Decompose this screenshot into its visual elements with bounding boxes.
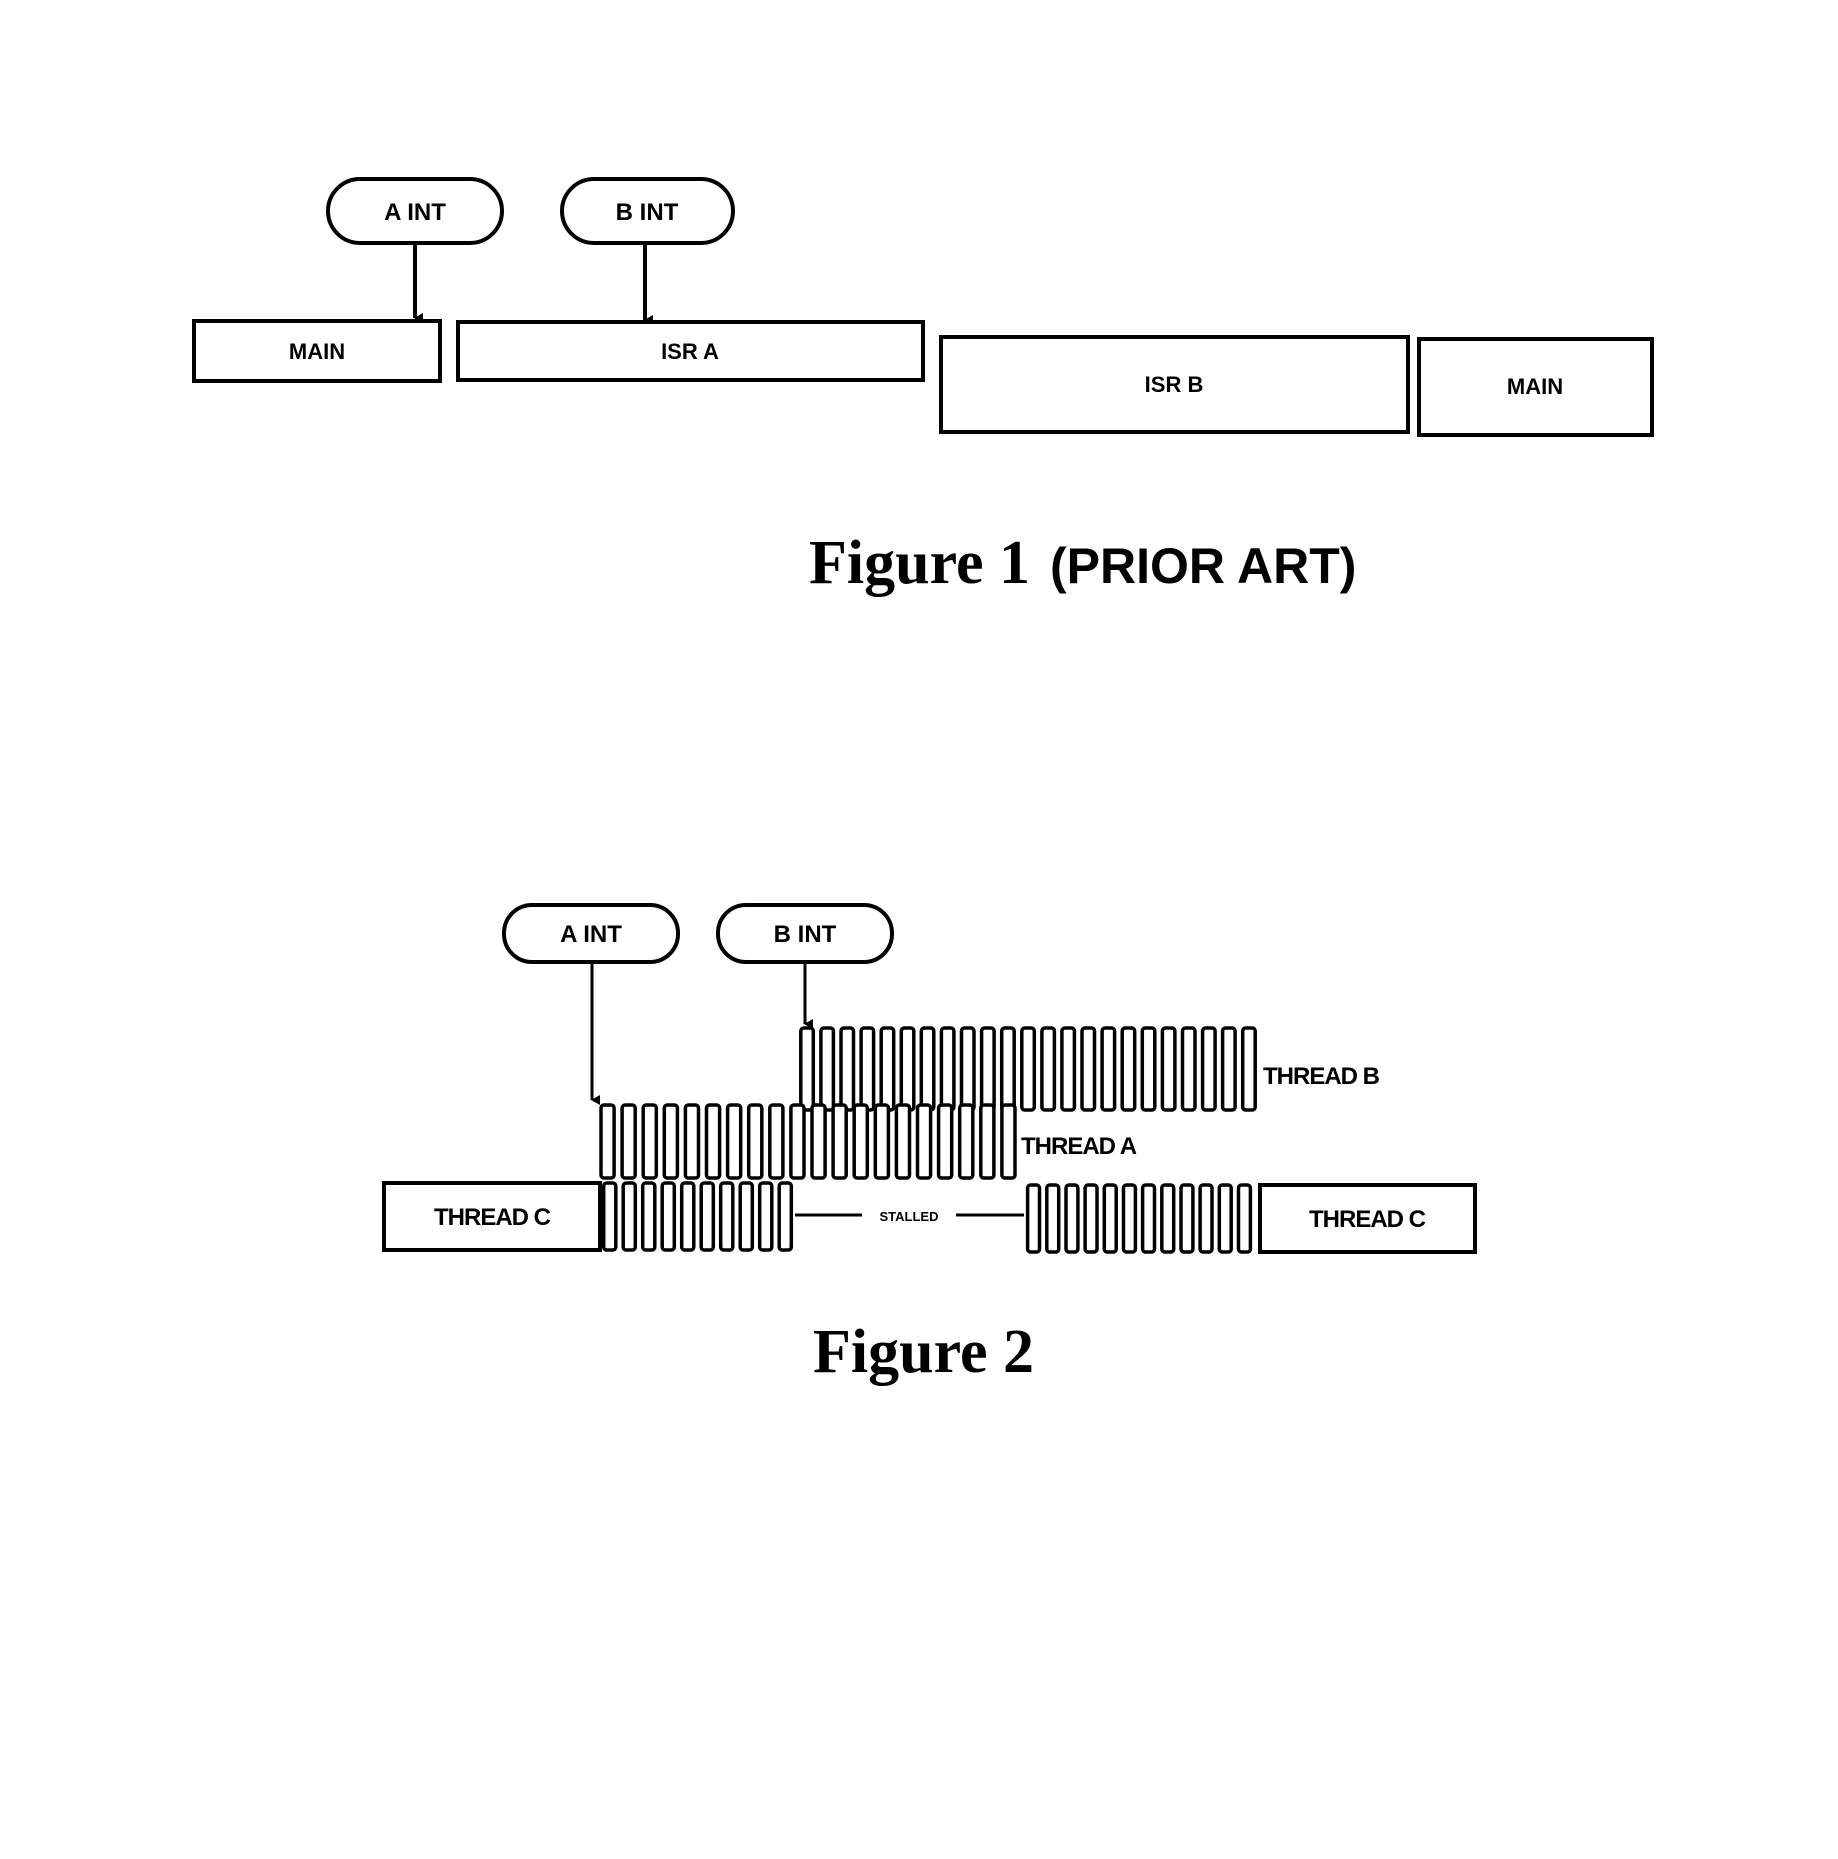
time-slice — [1200, 1026, 1217, 1112]
a-int-label: A INT — [384, 199, 446, 226]
time-slice — [662, 1103, 680, 1180]
time-slice — [1100, 1026, 1117, 1112]
timeline-box-main-2: MAIN — [1417, 337, 1654, 437]
time-slice — [873, 1103, 891, 1180]
time-slice — [777, 1181, 794, 1252]
time-slice — [757, 1181, 774, 1252]
time-slice — [704, 1103, 722, 1180]
time-slice — [679, 1181, 696, 1252]
time-slice — [1179, 1183, 1195, 1254]
time-slice — [660, 1181, 677, 1252]
patent-figure-sheet: A INT B INT MAIN ISR A ISR B MAIN Figure — [192, 177, 1654, 1386]
time-slice — [1025, 1183, 1042, 1254]
time-slice — [936, 1103, 954, 1180]
time-slice — [1020, 1026, 1037, 1112]
thread-c-box-left: THREAD C — [382, 1181, 602, 1252]
time-slice — [1160, 1026, 1177, 1112]
time-slice — [1120, 1026, 1137, 1112]
time-slice — [1180, 1026, 1197, 1112]
time-slice — [939, 1026, 956, 1112]
timeline-label: MAIN — [1507, 374, 1563, 399]
time-slice — [725, 1103, 743, 1180]
time-slice — [1236, 1183, 1253, 1254]
time-slice — [959, 1026, 976, 1112]
timeline-box-isr-b: ISR B — [939, 335, 1410, 434]
time-slice — [1045, 1183, 1061, 1254]
time-slice — [601, 1181, 618, 1252]
time-slice — [852, 1103, 870, 1180]
time-slice — [819, 1026, 836, 1112]
time-slice — [1083, 1183, 1099, 1254]
figure-1-caption-suffix: (PRIOR ART) — [1050, 538, 1356, 594]
b-int-pill: B INT — [716, 903, 894, 964]
b-int-label: B INT — [774, 921, 837, 948]
time-slice — [1217, 1183, 1233, 1254]
time-slice — [915, 1103, 933, 1180]
thread-c-slices-after — [1025, 1183, 1253, 1254]
thread-a-label: THREAD A — [1021, 1133, 1137, 1160]
figure-2-caption: Figure 2 — [813, 1318, 1034, 1386]
time-slice — [957, 1103, 975, 1180]
time-slice — [810, 1103, 827, 1180]
time-slice — [919, 1026, 936, 1112]
time-slice — [620, 1103, 637, 1180]
stalled-label: STALLED — [880, 1209, 939, 1224]
time-slice — [1140, 1183, 1157, 1254]
timeline-box-isr-a: ISR A — [456, 320, 925, 382]
time-slice — [1198, 1183, 1214, 1254]
figure-1-caption-main: Figure 1 — [809, 529, 1030, 597]
time-slice — [746, 1103, 764, 1180]
a-int-label: A INT — [560, 921, 622, 948]
time-slice — [1240, 1026, 1257, 1112]
time-slice — [831, 1103, 848, 1180]
b-int-pill: B INT — [560, 177, 735, 245]
time-slice — [599, 1103, 616, 1180]
time-slice — [1040, 1026, 1057, 1112]
figure-1: A INT B INT MAIN ISR A ISR B MAIN Figure — [192, 177, 1654, 597]
a-int-pill: A INT — [502, 903, 680, 964]
timeline-label: ISR A — [661, 339, 719, 364]
time-slice — [1160, 1183, 1176, 1254]
a-int-pill: A INT — [326, 177, 504, 245]
time-slice — [1060, 1026, 1077, 1112]
time-slice — [894, 1103, 912, 1180]
time-slice — [999, 1026, 1016, 1112]
timeline-label: ISR B — [1145, 372, 1204, 397]
thread-b-slices — [799, 1026, 1257, 1112]
timeline-label: MAIN — [289, 339, 345, 364]
time-slice — [640, 1181, 657, 1252]
time-slice — [859, 1026, 876, 1112]
figure-1-caption: Figure 1 (PRIOR ART) — [809, 529, 1356, 597]
time-slice — [879, 1026, 896, 1112]
time-slice — [789, 1103, 806, 1180]
thread-c-label: THREAD C — [434, 1204, 551, 1231]
time-slice — [979, 1026, 996, 1112]
time-slice — [1000, 1103, 1017, 1180]
time-slice — [1102, 1183, 1118, 1254]
time-slice — [1080, 1026, 1097, 1112]
time-slice — [621, 1181, 638, 1252]
time-slice — [1121, 1183, 1138, 1254]
time-slice — [839, 1026, 856, 1112]
time-slice — [699, 1181, 716, 1252]
timeline-box-main-1: MAIN — [192, 319, 442, 383]
figure-2: A INT B INT THREAD B THREAD A THREAD C S… — [382, 903, 1477, 1386]
thread-c-slices-before — [601, 1181, 794, 1252]
time-slice — [683, 1103, 701, 1180]
time-slice — [1064, 1183, 1080, 1254]
time-slice — [1140, 1026, 1157, 1112]
time-slice — [768, 1103, 785, 1180]
time-slice — [1220, 1026, 1237, 1112]
thread-c-box-right: THREAD C — [1258, 1183, 1477, 1254]
time-slice — [718, 1181, 735, 1252]
thread-a-slices — [599, 1103, 1017, 1180]
time-slice — [979, 1103, 996, 1180]
time-slice — [899, 1026, 916, 1112]
time-slice — [641, 1103, 659, 1180]
b-int-label: B INT — [616, 199, 679, 226]
time-slice — [799, 1026, 816, 1112]
thread-b-label: THREAD B — [1263, 1063, 1380, 1090]
time-slice — [738, 1181, 755, 1252]
thread-c-label: THREAD C — [1309, 1206, 1426, 1233]
